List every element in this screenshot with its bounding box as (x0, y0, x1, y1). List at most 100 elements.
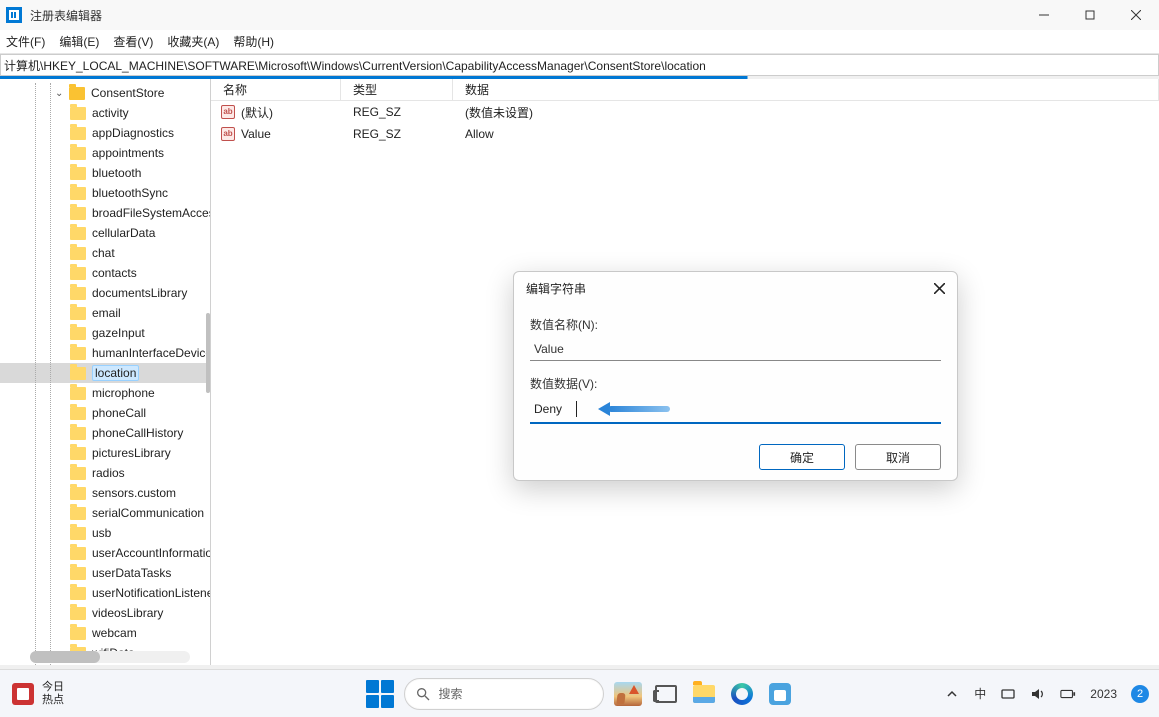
volume-icon[interactable] (1030, 686, 1046, 702)
column-type[interactable]: 类型 (341, 79, 453, 100)
search-placeholder: 搜索 (439, 685, 463, 702)
tree-label: userAccountInformation (92, 546, 211, 560)
dialog-close-button[interactable] (929, 278, 949, 298)
tree-item-location[interactable]: location (0, 363, 210, 383)
tree-item-appointments[interactable]: appointments (0, 143, 210, 163)
tree-parent-consentstore[interactable]: ⌄ConsentStore (0, 83, 210, 103)
tree-label: serialCommunication (92, 506, 204, 520)
tree-item-microphone[interactable]: microphone (0, 383, 210, 403)
folder-icon (70, 127, 86, 140)
column-data[interactable]: 数据 (453, 79, 1159, 100)
tree-item-phonecallhistory[interactable]: phoneCallHistory (0, 423, 210, 443)
tree-item-serialcommunication[interactable]: serialCommunication (0, 503, 210, 523)
tray-overflow-icon[interactable] (944, 686, 960, 702)
minimize-button[interactable] (1021, 0, 1067, 30)
tree-item-sensorscustom[interactable]: sensors.custom (0, 483, 210, 503)
window-title: 注册表编辑器 (30, 7, 102, 24)
tree-label: phoneCallHistory (92, 426, 183, 440)
value-data-field[interactable] (530, 396, 941, 424)
edge-button[interactable] (728, 680, 756, 708)
value-name: Value (241, 127, 271, 141)
tree-label: picturesLibrary (92, 446, 171, 460)
folder-icon (70, 427, 86, 440)
task-view-button[interactable] (652, 680, 680, 708)
folder-icon (70, 367, 86, 380)
ime-indicator[interactable]: 中 (974, 685, 986, 702)
tree-item-contacts[interactable]: contacts (0, 263, 210, 283)
folder-icon (70, 307, 86, 320)
menu-view[interactable]: 查看(V) (113, 33, 153, 50)
folder-icon (70, 147, 86, 160)
string-value-icon (221, 127, 235, 141)
tree-item-webcam[interactable]: webcam (0, 623, 210, 643)
tree-item-radios[interactable]: radios (0, 463, 210, 483)
close-button[interactable] (1113, 0, 1159, 30)
taskbar-widgets[interactable]: 今日 热点 (0, 681, 64, 705)
network-icon[interactable] (1000, 686, 1016, 702)
column-name[interactable]: 名称 (211, 79, 341, 100)
tree-label: sensors.custom (92, 486, 176, 500)
tree-item-bluetoothsync[interactable]: bluetoothSync (0, 183, 210, 203)
tree-item-pictureslibrary[interactable]: picturesLibrary (0, 443, 210, 463)
clock-text[interactable]: 2023 (1090, 687, 1117, 701)
tree-vertical-scrollbar[interactable] (206, 313, 210, 393)
tree-item-usernotificationlistener[interactable]: userNotificationListener (0, 583, 210, 603)
start-button[interactable] (366, 680, 394, 708)
menu-favorites[interactable]: 收藏夹(A) (167, 33, 219, 50)
dialog-titlebar[interactable]: 编辑字符串 (514, 272, 957, 304)
tree-item-broadfilesystemaccess[interactable]: broadFileSystemAccess (0, 203, 210, 223)
maximize-button[interactable] (1067, 0, 1113, 30)
folder-icon (70, 587, 86, 600)
tree-item-videoslibrary[interactable]: videosLibrary (0, 603, 210, 623)
tree-item-activity[interactable]: activity (0, 103, 210, 123)
tree-item-bluetooth[interactable]: bluetooth (0, 163, 210, 183)
cancel-button[interactable]: 取消 (855, 444, 941, 470)
value-type: REG_SZ (353, 105, 401, 119)
tree-item-usb[interactable]: usb (0, 523, 210, 543)
tree-item-userdatatasks[interactable]: userDataTasks (0, 563, 210, 583)
tree-item-appdiagnostics[interactable]: appDiagnostics (0, 123, 210, 143)
ok-button[interactable]: 确定 (759, 444, 845, 470)
notification-badge[interactable]: 2 (1131, 685, 1149, 703)
tree-item-chat[interactable]: chat (0, 243, 210, 263)
news-line1: 今日 (42, 681, 64, 693)
folder-icon (70, 287, 86, 300)
folder-icon (70, 327, 86, 340)
battery-icon[interactable] (1060, 686, 1076, 702)
value-data: Allow (465, 127, 494, 141)
tree-item-useraccountinformation[interactable]: userAccountInformation (0, 543, 210, 563)
tree-item-email[interactable]: email (0, 303, 210, 323)
value-row[interactable]: (默认)REG_SZ(数值未设置) (211, 101, 1159, 123)
tree-item-gazeinput[interactable]: gazeInput (0, 323, 210, 343)
menu-file[interactable]: 文件(F) (6, 33, 45, 50)
tree-label: webcam (92, 626, 137, 640)
tree-item-phonecall[interactable]: phoneCall (0, 403, 210, 423)
tree-item-documentslibrary[interactable]: documentsLibrary (0, 283, 210, 303)
file-explorer-button[interactable] (690, 680, 718, 708)
value-data: (数值未设置) (465, 104, 533, 121)
menu-help[interactable]: 帮助(H) (233, 33, 274, 50)
tree-label: cellularData (92, 226, 155, 240)
menubar: 文件(F) 编辑(E) 查看(V) 收藏夹(A) 帮助(H) (0, 30, 1159, 54)
value-name-field[interactable] (530, 337, 941, 361)
tree-label: documentsLibrary (92, 286, 187, 300)
folder-icon (70, 567, 86, 580)
taskbar-search[interactable]: 搜索 (404, 678, 604, 710)
dialog-title-text: 编辑字符串 (526, 280, 586, 297)
annotation-arrow (598, 404, 670, 414)
chevron-down-icon: ⌄ (55, 88, 67, 99)
value-row[interactable]: ValueREG_SZAllow (211, 123, 1159, 145)
value-name-label: 数值名称(N): (530, 316, 941, 333)
tree-item-cellulardata[interactable]: cellularData (0, 223, 210, 243)
folder-icon (70, 407, 86, 420)
folder-icon (70, 187, 86, 200)
address-bar[interactable]: 计算机\HKEY_LOCAL_MACHINE\SOFTWARE\Microsof… (0, 54, 1159, 76)
tree-item-humaninterfacedevice[interactable]: humanInterfaceDevice (0, 343, 210, 363)
menu-edit[interactable]: 编辑(E) (59, 33, 99, 50)
wildlife-widget-icon[interactable] (614, 680, 642, 708)
tree-panel[interactable]: ⌄ConsentStoreactivityappDiagnosticsappoi… (0, 79, 211, 665)
tree-horizontal-scrollbar[interactable] (30, 651, 190, 663)
search-icon (415, 686, 431, 702)
store-button[interactable] (766, 680, 794, 708)
folder-icon (70, 447, 86, 460)
